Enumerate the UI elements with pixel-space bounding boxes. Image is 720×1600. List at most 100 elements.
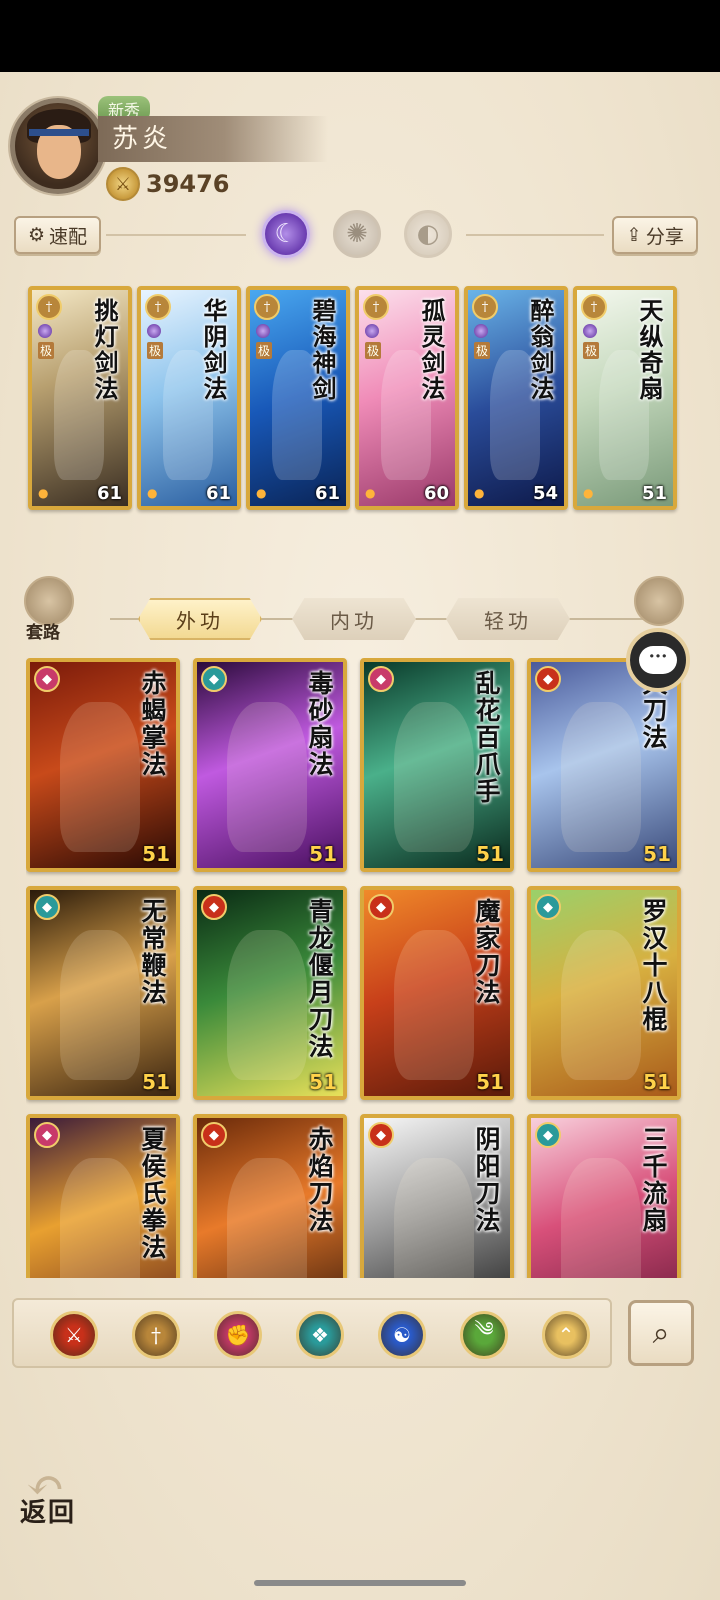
skill-name: 罗汉十八棍 (639, 898, 668, 1033)
skill-card[interactable]: ◆ 赤蝎掌法 51 (26, 658, 180, 872)
skill-card-grid[interactable]: ◆ 赤蝎掌法 51 ◆ 毒砂扇法 51 ◆ 乱花百爪手 51 ◆ 天刀法 51 ◆ 无常鞭法 51 ◆ 青龙偃月… (26, 658, 686, 1278)
blade-filter-icon[interactable]: ⚔ (50, 1311, 98, 1359)
sword-type-icon: † (363, 294, 389, 320)
skill-name: 魔家刀法 (472, 898, 501, 1006)
loadout-label: 套路 (26, 623, 60, 643)
skill-card[interactable]: ◆ 魔家刀法 51 (360, 886, 514, 1100)
sun-icon[interactable]: ✺ (333, 210, 381, 258)
equipped-skill-card[interactable]: † 极 ● 天纵奇扇 51 (573, 286, 677, 510)
quick-config-label: 速配 (49, 225, 88, 248)
weapon-type-icon: ◆ (535, 666, 561, 692)
search-icon: ⌕ (652, 1315, 670, 1351)
skill-level: 51 (643, 842, 671, 866)
skill-name: 阴阳刀法 (472, 1126, 501, 1234)
card-character (227, 1158, 307, 1278)
chat-button[interactable]: ··· (626, 628, 690, 692)
weapon-type-icon: ◆ (34, 666, 60, 692)
skill-name: 赤焰刀法 (305, 1126, 334, 1234)
skill-card[interactable]: ◆ 赤焰刀法 (193, 1114, 347, 1278)
weapon-type-icon: ◆ (368, 1122, 394, 1148)
skill-name: 乱花百爪手 (472, 670, 501, 805)
weapon-type-icon: ◆ (535, 1122, 561, 1148)
misc-filter-icon[interactable]: ⌃ (542, 1311, 590, 1359)
card-character (227, 702, 307, 852)
filter-bar: ⚔ † ✊ ❖ ☯ ༄ ⌃ (12, 1298, 612, 1368)
tab-external[interactable]: 外功 (138, 598, 262, 640)
quick-config-button[interactable]: ⚙ 速配 (14, 216, 102, 254)
skill-card[interactable]: ◆ 三千流扇 (527, 1114, 681, 1278)
skill-level: 51 (643, 1070, 671, 1094)
sword-type-icon: † (36, 294, 62, 320)
grade-badge: 极 (38, 342, 55, 359)
tab-internal[interactable]: 内功 (292, 598, 416, 640)
card-character (561, 930, 641, 1080)
weapon-type-icon: ◆ (201, 666, 227, 692)
skill-card[interactable]: ◆ 无常鞭法 51 (26, 886, 180, 1100)
orb-icon (583, 324, 597, 338)
orb-icon (256, 324, 270, 338)
status-bar (0, 0, 720, 72)
skill-name: 无常鞭法 (138, 898, 167, 1006)
weapon-type-icon: ◆ (201, 894, 227, 920)
gear-icon: ⚙ (28, 224, 46, 246)
share-button[interactable]: ⇪ 分享 (612, 216, 698, 254)
skill-name: 挑灯剑法 (90, 298, 119, 402)
equipped-skill-card[interactable]: † 极 ● 孤灵剑法 60 (355, 286, 459, 510)
skill-card[interactable]: ◆ 毒砂扇法 51 (193, 658, 347, 872)
power-value: 39476 (146, 170, 230, 198)
sword-type-icon: † (472, 294, 498, 320)
moon-icon[interactable]: ☾ (262, 210, 310, 258)
divider-left (106, 234, 246, 236)
card-character (227, 930, 307, 1080)
equipped-skill-card[interactable]: † 极 ● 碧海神剑 61 (246, 286, 350, 510)
skill-level: 60 (423, 483, 449, 504)
weapon-type-icon: ◆ (368, 894, 394, 920)
skill-level: 51 (476, 842, 504, 866)
skill-name: 赤蝎掌法 (138, 670, 167, 778)
equipped-skill-card[interactable]: † 极 ● 华阴剑法 61 (137, 286, 241, 510)
skill-card[interactable]: ◆ 乱花百爪手 51 (360, 658, 514, 872)
skill-card[interactable]: ◆ 罗汉十八棍 51 (527, 886, 681, 1100)
sword-filter-icon[interactable]: † (132, 1311, 180, 1359)
skill-card[interactable]: ◆ 青龙偃月刀法 51 (193, 886, 347, 1100)
skill-level: 61 (96, 483, 122, 504)
skill-card[interactable]: ◆ 夏侯氏拳法 (26, 1114, 180, 1278)
home-indicator[interactable] (254, 1580, 466, 1586)
card-character (394, 702, 474, 852)
power-display: ⚔ 39476 (106, 166, 230, 202)
skill-card[interactable]: ◆ 阴阳刀法 (360, 1114, 514, 1278)
skill-name: 青龙偃月刀法 (305, 898, 334, 1060)
equipped-skill-card[interactable]: † 极 ● 挑灯剑法 61 (28, 286, 132, 510)
flame-icon: ● (256, 486, 267, 500)
grade-badge: 极 (365, 342, 382, 359)
flame-icon: ● (365, 486, 376, 500)
card-character (394, 930, 474, 1080)
skill-level: 54 (532, 483, 558, 504)
weapon-type-icon: ◆ (34, 894, 60, 920)
card-character (561, 702, 641, 852)
orb-icon (474, 324, 488, 338)
grade-badge: 极 (474, 342, 491, 359)
whip-filter-icon[interactable]: ༄ (460, 1311, 508, 1359)
skill-level: 51 (309, 842, 337, 866)
share-icon: ⇪ (626, 224, 642, 246)
equipped-skill-card[interactable]: † 极 ● 醉翁剑法 54 (464, 286, 568, 510)
taiji-filter-icon[interactable]: ☯ (378, 1311, 426, 1359)
skill-level: 51 (309, 1070, 337, 1094)
flame-icon: ● (583, 486, 594, 500)
fan-filter-icon[interactable]: ❖ (296, 1311, 344, 1359)
search-button[interactable]: ⌕ (628, 1300, 694, 1366)
equipped-skills: † 极 ● 挑灯剑法 61 † 极 ● 华阴剑法 61 † 极 ● 碧海神剑 61 † 极 ● 孤灵剑法 60 † 极 ● 醉… (28, 286, 680, 512)
tab-lightness[interactable]: 轻功 (446, 598, 570, 640)
back-button[interactable]: ↶ 返回 (18, 1454, 92, 1528)
skill-name: 碧海神剑 (308, 298, 337, 402)
fist-filter-icon[interactable]: ✊ (214, 1311, 262, 1359)
sword-type-icon: † (254, 294, 280, 320)
skill-name: 毒砂扇法 (305, 670, 334, 778)
crescent-icon[interactable]: ◐ (404, 210, 452, 258)
player-avatar[interactable] (10, 98, 106, 194)
weapon-type-icon: ◆ (34, 1122, 60, 1148)
skill-level: 51 (142, 1070, 170, 1094)
manual-icon[interactable] (634, 576, 684, 626)
power-icon: ⚔ (106, 167, 140, 201)
